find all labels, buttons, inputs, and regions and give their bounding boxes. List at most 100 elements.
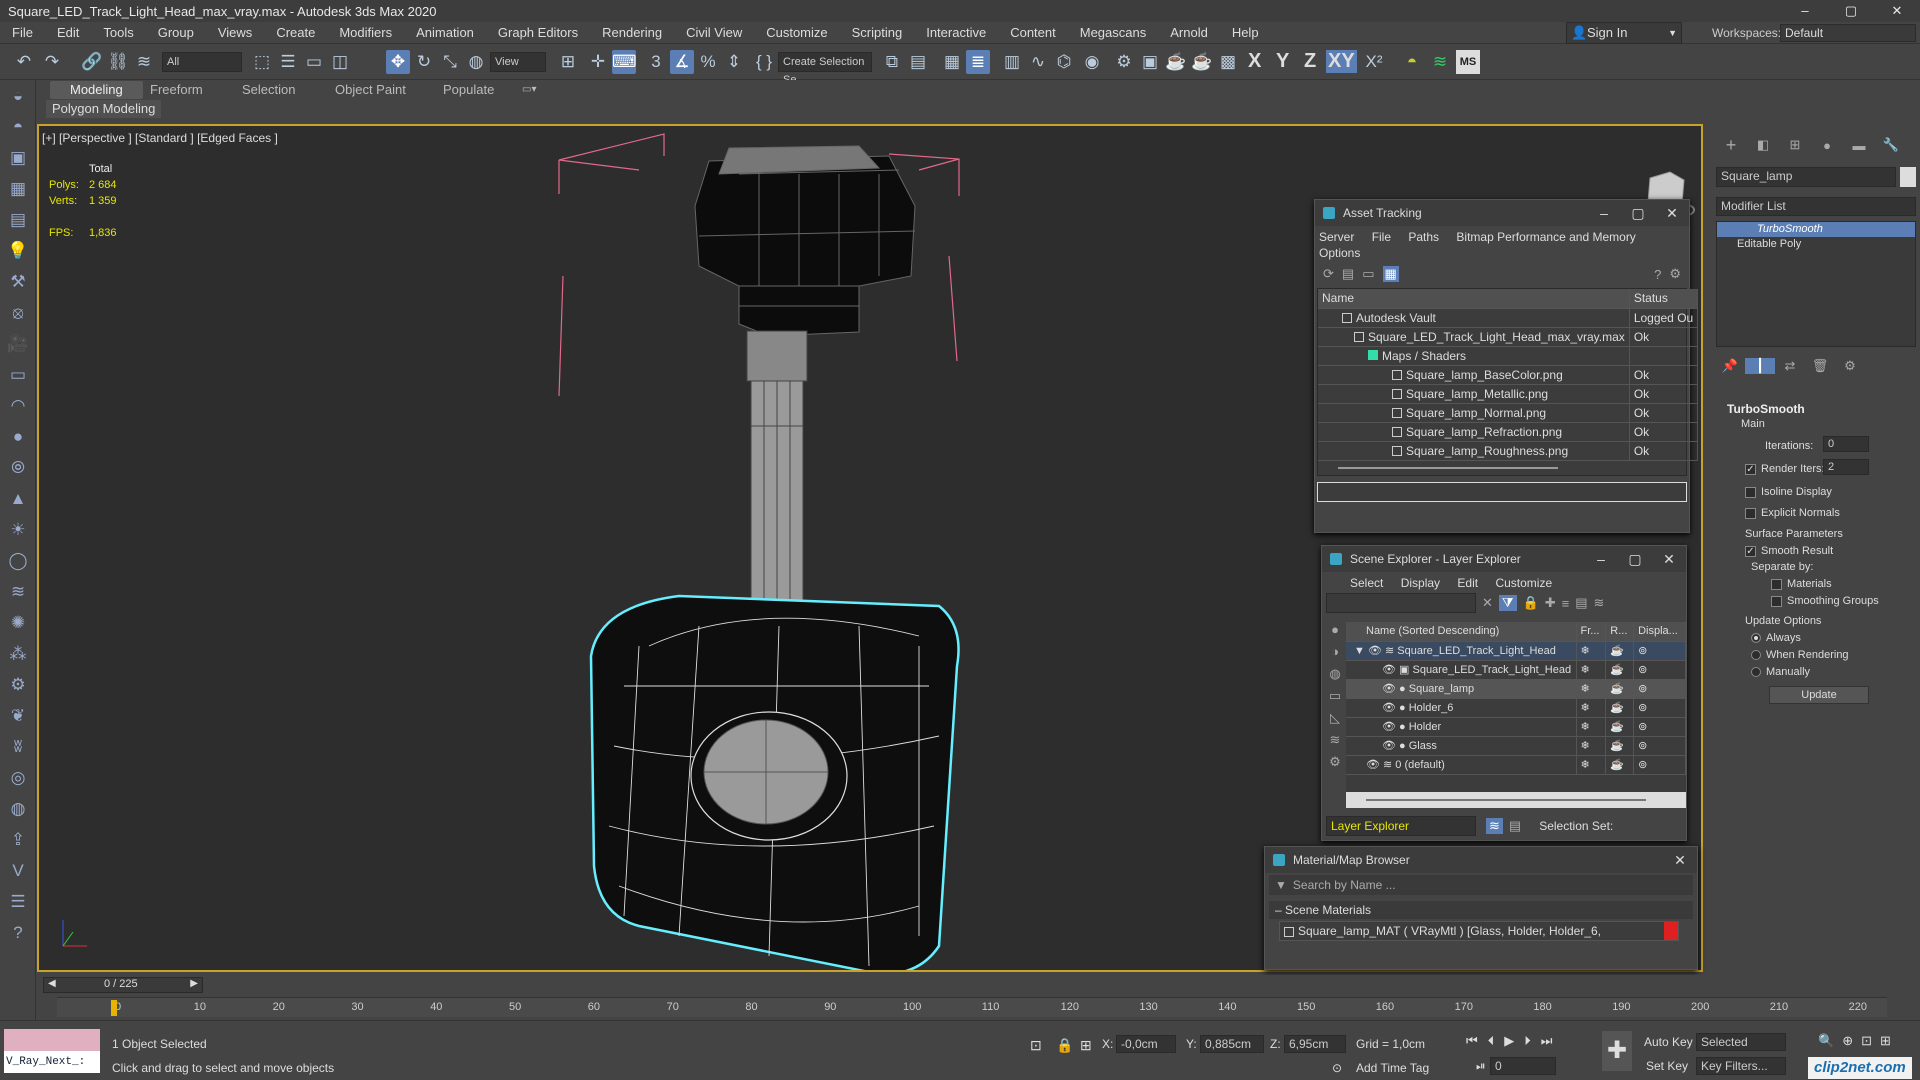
folder-icon[interactable]: ▭ [1362,266,1374,282]
undo-icon[interactable]: ↶ [12,50,36,74]
list-item[interactable]: 👁 ▣ Square_LED_Track_Light_Head ❄ ☕ ⊚ [1346,660,1686,680]
layer-tree-hscroll[interactable] [1346,792,1686,808]
table-row[interactable]: Square_lamp_BaseColor.png Ok [1318,365,1699,385]
maxscript-mini-listener[interactable]: V_Ray_Next_: [4,1051,100,1073]
maximize-icon[interactable]: ▢ [1621,200,1655,226]
always-radio[interactable]: Always [1751,632,1801,644]
se-menu-edit[interactable]: Edit [1457,576,1478,590]
stack-item-editable-poly[interactable]: Editable Poly [1717,237,1915,252]
display-objects-icon[interactable]: ● [1326,622,1344,644]
at-menu-file[interactable]: File [1372,230,1391,244]
se-menu-select[interactable]: Select [1350,576,1383,590]
ribbon-options-icon[interactable]: ▭▾ [522,81,536,99]
modifier-tool-icon[interactable]: ⚒ [0,266,36,297]
menu-help[interactable]: Help [1220,22,1271,44]
z-coord-field[interactable]: 6,95cm [1284,1035,1346,1053]
list-item[interactable]: 👁 ● Square_lamp ❄ ☕ ⊚ [1346,679,1686,699]
display-tab-icon[interactable]: ▬ [1843,138,1875,153]
rectangular-region-icon[interactable]: ▭ [302,50,326,74]
layers-stack-icon[interactable]: ≡ [1562,596,1570,611]
ribbon-tab-object-paint[interactable]: Object Paint [335,81,406,99]
globe-icon[interactable]: ◍ [0,793,36,824]
angle-snap-icon[interactable]: ∡ [670,50,694,74]
key-selection-dropdown[interactable]: Selected [1696,1033,1786,1051]
ms-icon[interactable]: MS [1456,50,1480,74]
menu-content[interactable]: Content [998,22,1068,44]
clear-search-icon[interactable]: ✕ [1482,595,1493,611]
edit-named-selection-icon[interactable]: { } [752,50,776,74]
axis-constraint-icon[interactable]: X² [1362,50,1386,74]
go-to-end-icon[interactable]: ⏭ [1541,1033,1553,1049]
se-menu-display[interactable]: Display [1401,576,1440,590]
placement-icon[interactable]: ◍ [464,50,488,74]
layer-toggle-icon[interactable]: ≋ [1486,818,1503,834]
list-item[interactable]: 👁 ● Holder_6 ❄ ☕ ⊚ [1346,698,1686,718]
table-row[interactable]: Square_lamp_Metallic.png Ok [1318,384,1699,404]
scatter-icon[interactable]: ⁂ [0,638,36,669]
menu-interactive[interactable]: Interactive [914,22,998,44]
curve-editor-icon[interactable]: ∿ [1026,50,1050,74]
materials-checkbox[interactable]: Materials [1771,578,1832,590]
refresh-icon[interactable]: ⟳ [1323,266,1334,282]
filter-icon[interactable]: ⧩ [1498,595,1517,611]
modifier-list-dropdown[interactable]: Modifier List [1716,197,1916,216]
render-iters-spinner[interactable]: 2 [1823,459,1869,475]
pin-stack-icon[interactable]: 📌 [1715,358,1745,374]
close-button[interactable]: ✕ [1874,0,1920,22]
menu-modifiers[interactable]: Modifiers [327,22,404,44]
time-tag-icon[interactable]: ⊙ [1332,1061,1342,1075]
explicit-normals-checkbox[interactable]: Explicit Normals [1745,507,1840,519]
export-icon[interactable]: ⇪ [0,824,36,855]
table-row[interactable]: Autodesk Vault Logged Ou [1318,308,1699,328]
percent-snap-icon[interactable]: % [696,50,720,74]
menu-megascans[interactable]: Megascans [1068,22,1158,44]
se-menu-customize[interactable]: Customize [1495,576,1552,590]
material-search-field[interactable]: ▼ Search by Name ... [1269,875,1693,895]
y-coord-field[interactable]: 0,885cm [1200,1035,1264,1053]
chevron-right-icon[interactable]: ▶ [190,978,198,989]
table-row[interactable]: Square_lamp_Normal.png Ok [1318,403,1699,423]
close-icon[interactable]: ✕ [1655,200,1689,226]
table-row[interactable]: Square_LED_Track_Light_Head_max_vray.max… [1318,327,1699,347]
next-frame-icon[interactable]: ⏵ [1524,1033,1531,1049]
at-col-name[interactable]: Name [1318,289,1630,309]
update-button[interactable]: Update [1769,686,1869,704]
particle-icon[interactable]: ✺ [0,607,36,638]
redo-icon[interactable]: ↷ [40,50,64,74]
circle-icon[interactable]: ◯ [0,545,36,576]
close-icon[interactable]: ✕ [1652,546,1686,572]
volume-icon[interactable]: ◎ [0,762,36,793]
ribbon-tab-freeform[interactable]: Freeform [150,81,203,99]
spinner-snap-icon[interactable]: ⇕ [722,50,746,74]
minimize-button[interactable]: – [1782,0,1828,22]
reference-coordinate-dropdown[interactable]: View [490,52,546,72]
select-move-icon[interactable]: ✥ [386,50,410,74]
select-rotate-icon[interactable]: ↻ [412,50,436,74]
table-row[interactable]: Square_lamp_Refraction.png Ok [1318,422,1699,442]
se-col-display[interactable]: Displa... [1633,622,1686,642]
at-menu-options[interactable]: Options [1319,246,1360,260]
track-bar[interactable]: 0 10 20 30 40 50 60 70 80 90 100 110 120 130 140 150 160… [57,997,1887,1017]
zoom-icon[interactable]: 🔍 [1818,1033,1834,1049]
settings-icon[interactable]: ⚙ [1669,266,1681,282]
se-col-freeze[interactable]: Fr... [1576,622,1607,642]
menu-customize[interactable]: Customize [754,22,839,44]
menu-arnold[interactable]: Arnold [1158,22,1220,44]
axis-z-label[interactable]: Z [1304,50,1316,73]
select-by-name-icon[interactable]: ☰ [276,50,300,74]
at-menu-bitmap[interactable]: Bitmap Performance and Memory [1456,230,1635,244]
isoline-checkbox[interactable]: Isoline Display [1745,486,1832,498]
at-col-status[interactable]: Status [1629,289,1699,309]
menu-edit[interactable]: Edit [45,22,91,44]
absolute-mode-icon[interactable]: ⊞ [1080,1037,1092,1054]
previous-frame-icon[interactable]: ⏴ [1488,1033,1495,1049]
scene-explorer-search[interactable] [1326,593,1476,613]
menu-create[interactable]: Create [264,22,327,44]
toggle-ribbon-icon[interactable]: ▥ [1000,50,1024,74]
polygon-modeling-panel[interactable]: Polygon Modeling [46,100,162,118]
material-browser-titlebar[interactable]: Material/Map Browser ✕ [1265,847,1697,873]
zoom-extents-icon[interactable]: ⊡ [1861,1033,1872,1049]
render-grid-icon[interactable]: ▩ [1216,50,1240,74]
fur-icon[interactable]: ʬ [0,731,36,762]
sun-icon[interactable]: ☀ [0,514,36,545]
